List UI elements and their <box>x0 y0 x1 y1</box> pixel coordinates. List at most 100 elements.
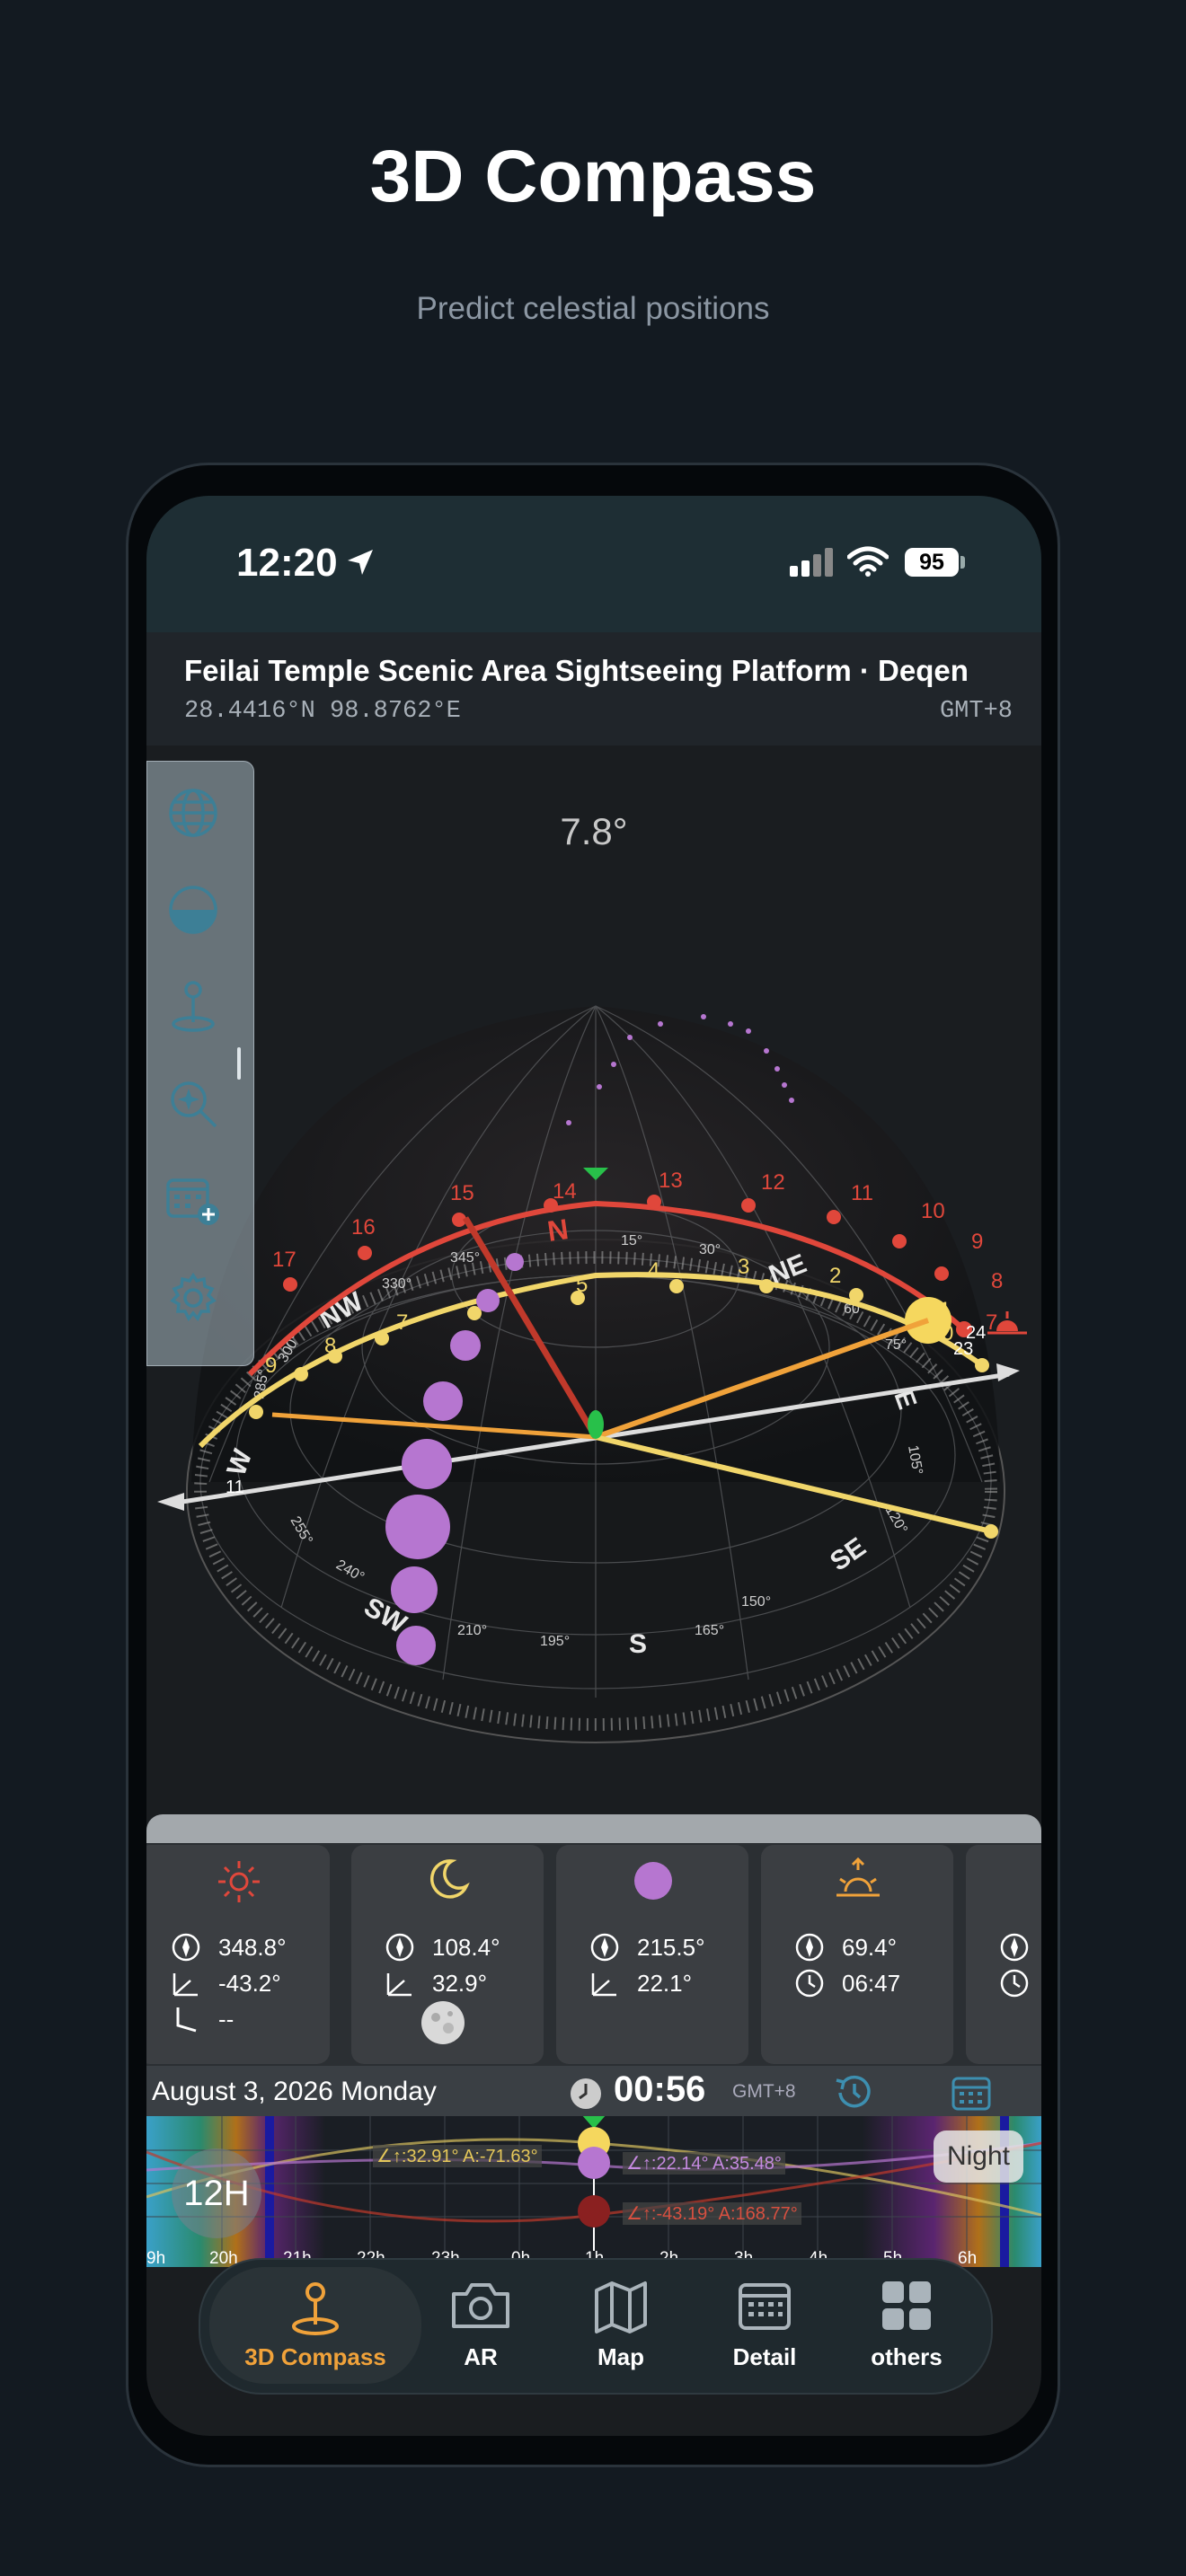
clock-icon <box>795 1969 824 1998</box>
sun-reading: ∠↑:-43.19° A:168.77° <box>623 2202 801 2225</box>
svg-text:2: 2 <box>829 1264 841 1288</box>
phone-frame: 12:20 95 Feilai Temple Scenic Area Sight… <box>126 463 1060 2467</box>
svg-text:165°: 165° <box>695 1623 724 1638</box>
location-header[interactable] <box>146 632 1041 745</box>
tool-hemisphere[interactable] <box>156 873 230 947</box>
tool-zoom[interactable] <box>156 1067 230 1141</box>
tool-settings[interactable] <box>156 1261 230 1335</box>
svg-text:5: 5 <box>576 1273 588 1297</box>
app-screen: 12:20 95 Feilai Temple Scenic Area Sight… <box>146 496 1041 2436</box>
sunrise-azimuth: 69.4° <box>842 1933 898 1961</box>
calendar-add-icon <box>166 1178 219 1225</box>
tab-ar[interactable]: AR <box>409 2267 553 2384</box>
night-button[interactable]: Night <box>934 2130 1023 2183</box>
altitude-icon <box>173 1973 198 1997</box>
svg-text:7: 7 <box>986 1310 997 1335</box>
compass-dome[interactable]: N NE E SE S SW W NW 345° 15° 30° 60° 75°… <box>146 745 1041 1814</box>
shadow-icon <box>176 2007 197 2033</box>
azimuth-icon <box>1000 1933 1029 1962</box>
current-date[interactable]: August 3, 2026 Monday <box>152 2077 437 2107</box>
tab-map[interactable]: Map <box>549 2267 693 2384</box>
svg-text:8: 8 <box>324 1334 336 1358</box>
svg-text:4: 4 <box>648 1258 659 1283</box>
svg-text:195°: 195° <box>540 1634 570 1649</box>
tools-panel[interactable] <box>146 761 254 1366</box>
calendar-icon[interactable] <box>951 2075 991 2111</box>
compass-view[interactable]: N NE E SE S SW W NW 345° 15° 30° 60° 75°… <box>146 745 1041 1814</box>
cellular-signal-icon <box>790 548 833 577</box>
horizon-arrow-left <box>157 1493 184 1511</box>
svg-text:9: 9 <box>971 1230 983 1254</box>
svg-text:330°: 330° <box>382 1276 412 1292</box>
celestial-cards[interactable]: 348.8° -43.2° -- 108.4° 32.9° 215.5° 22.… <box>146 1843 1041 2066</box>
svg-text:345°: 345° <box>450 1250 480 1266</box>
sunset-card-partial[interactable] <box>966 1845 1041 2064</box>
timeline-scrubber[interactable]: ∠↑:32.91° A:-71.63° ∠↑:22.14° A:35.48° ∠… <box>146 2116 1041 2267</box>
compass-pin-icon <box>292 2282 339 2335</box>
status-time: 12:20 <box>236 541 338 585</box>
planet-card[interactable]: 215.5° 22.1° <box>556 1845 748 2064</box>
location-coords: 28.4416°N 98.8762°E <box>184 698 461 725</box>
svg-text:7: 7 <box>396 1310 408 1335</box>
calendar-grid-icon <box>739 2283 791 2330</box>
history-icon[interactable] <box>831 2073 874 2113</box>
current-time[interactable]: 00:56 <box>614 2069 705 2110</box>
svg-text:9: 9 <box>265 1354 277 1378</box>
svg-text:10: 10 <box>921 1199 945 1223</box>
sunset-icon <box>1038 1856 1041 1902</box>
half-circle-icon <box>169 886 217 934</box>
tab-others[interactable]: others <box>835 2267 978 2384</box>
pin-icon <box>172 981 215 1032</box>
svg-text:30°: 30° <box>699 1242 721 1257</box>
moon-reading: ∠↑:32.91° A:-71.63° <box>373 2145 542 2167</box>
timeline-graph[interactable] <box>146 2116 1041 2267</box>
tool-globe[interactable] <box>156 776 230 850</box>
zoom-icon <box>171 1081 217 1128</box>
location-timezone: GMT+8 <box>939 698 1013 725</box>
planet-altitude: 22.1° <box>637 1969 693 1997</box>
tl-hour-0: 9h <box>146 2249 166 2267</box>
clock-icon[interactable] <box>569 2077 603 2111</box>
azimuth-icon <box>590 1933 619 1962</box>
svg-text:210°: 210° <box>457 1623 487 1638</box>
tab-detail[interactable]: Detail <box>693 2267 836 2384</box>
sun-shadow: -- <box>218 2005 235 2033</box>
sun-altitude: -43.2° <box>218 1969 281 1997</box>
location-name[interactable]: Feilai Temple Scenic Area Sightseeing Pl… <box>184 654 969 688</box>
tool-pin[interactable] <box>156 970 230 1044</box>
tab-bar: 3D Compass AR Map Detail others <box>199 2258 993 2395</box>
svg-text:16: 16 <box>351 1215 376 1239</box>
wifi-icon <box>847 546 889 577</box>
sun-azimuth: 348.8° <box>218 1933 287 1961</box>
svg-text:24: 24 <box>966 1323 986 1343</box>
sunrise-card[interactable]: 69.4° 06:47 <box>761 1845 953 2064</box>
elevation-readout: 7.8° <box>560 810 628 852</box>
azimuth-icon <box>172 1933 200 1962</box>
current-timezone: GMT+8 <box>732 2081 796 2102</box>
planet-icon <box>634 1862 672 1900</box>
sunrise-icon <box>836 1857 880 1897</box>
moon-card[interactable]: 108.4° 32.9° <box>351 1845 544 2064</box>
tool-calendar-add[interactable] <box>156 1164 230 1238</box>
sun-card[interactable]: 348.8° -43.2° -- <box>146 1845 330 2064</box>
hero-subtitle: Predict celestial positions <box>416 291 770 326</box>
planet-azimuth: 215.5° <box>637 1933 705 1961</box>
cards-drawer-handle[interactable] <box>146 1814 1041 1847</box>
altitude-icon <box>591 1973 616 1997</box>
center-pin <box>588 1410 604 1439</box>
azimuth-icon <box>385 1933 414 1962</box>
sunrise-time: 06:47 <box>842 1969 901 1997</box>
azimuth-icon <box>795 1933 824 1962</box>
map-icon <box>595 2281 647 2333</box>
battery-nub <box>960 556 965 569</box>
panel-handle[interactable] <box>237 1047 241 1080</box>
horizon-arrow-right <box>996 1363 1020 1381</box>
gear-icon <box>170 1272 217 1322</box>
location-arrow-icon <box>348 550 373 575</box>
moon-azimuth: 108.4° <box>432 1933 500 1961</box>
svg-text:14: 14 <box>553 1179 577 1204</box>
battery-level: 95 <box>905 548 959 577</box>
mode-12h-button[interactable]: 12H <box>172 2148 261 2238</box>
tab-3d-compass[interactable]: 3D Compass <box>209 2267 421 2384</box>
svg-text:17: 17 <box>272 1248 296 1272</box>
